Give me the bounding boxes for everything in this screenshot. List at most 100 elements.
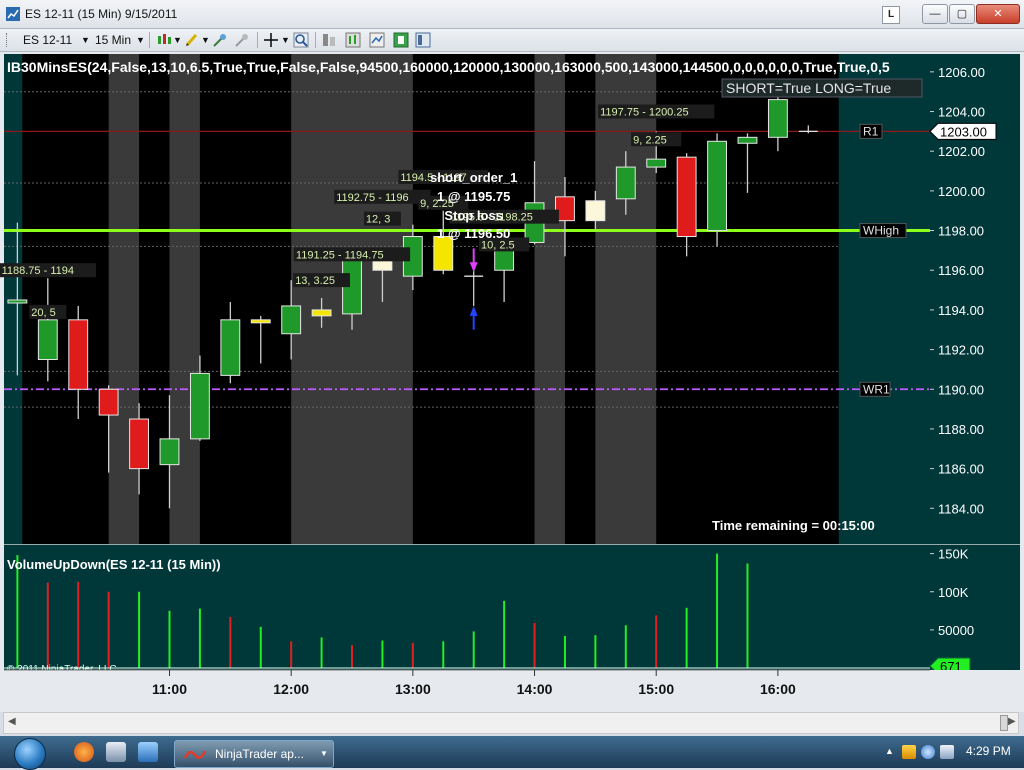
candle-body xyxy=(281,305,302,335)
candle-body xyxy=(737,136,758,144)
horizontal-scrollbar[interactable]: ◀ ▶ xyxy=(3,712,1019,734)
price-tick-label: 1194.00 xyxy=(938,303,984,318)
time-tick-label: 14:00 xyxy=(517,681,553,697)
chevron-down-icon[interactable]: ▼ xyxy=(136,35,145,45)
candle-body xyxy=(585,200,606,222)
pre-session-shade xyxy=(4,54,23,544)
volume-tick-label: 50000 xyxy=(938,623,974,638)
order-label: 1 @ 1195.75 xyxy=(437,189,510,204)
time-tick-label: 11:00 xyxy=(152,681,187,697)
candle-body xyxy=(37,319,58,361)
crosshair-icon[interactable] xyxy=(263,32,279,48)
chart-toolbar: ES 12-11 ▼ 15 Min ▼ ▼ ▼ ▼ xyxy=(0,29,1024,52)
bar-type-icon[interactable] xyxy=(156,32,172,48)
candle-body xyxy=(68,319,89,390)
range-annotation: 12, 3 xyxy=(366,214,390,226)
panels-icon[interactable] xyxy=(415,32,431,48)
templates-icon[interactable] xyxy=(369,32,385,48)
range-annotation: 13, 3.25 xyxy=(295,275,335,287)
taskbar-item-label: NinjaTrader ap... xyxy=(215,747,304,761)
maximize-button[interactable]: ▢ xyxy=(949,4,975,24)
chevron-down-icon[interactable]: ▼ xyxy=(201,35,210,45)
price-tick-label: 1204.00 xyxy=(938,105,985,120)
candle-body xyxy=(220,319,241,376)
post-session-shade xyxy=(838,54,930,544)
scrollbar-thumb[interactable] xyxy=(1000,715,1008,731)
price-tick-label: 1196.00 xyxy=(938,263,984,278)
volume-axis[interactable] xyxy=(930,544,1020,670)
window-title: ES 12-11 (15 Min) 9/15/2011 xyxy=(25,7,178,21)
strategies-icon[interactable] xyxy=(234,32,250,48)
taskbar-clock: 4:29 PM xyxy=(966,744,1011,758)
start-button[interactable] xyxy=(14,738,46,770)
chevron-down-icon[interactable]: ▼ xyxy=(173,35,182,45)
chevron-down-icon[interactable]: ▼ xyxy=(320,749,328,758)
maximize-icon: ▢ xyxy=(956,8,968,20)
window-titlebar: ES 12-11 (15 Min) 9/15/2011 xyxy=(0,0,1024,29)
candle-body xyxy=(676,156,697,238)
price-tick-label: 1192.00 xyxy=(938,343,984,358)
network-icon[interactable] xyxy=(921,745,935,759)
firefox-icon[interactable] xyxy=(74,742,94,762)
current-price-label: 1203.00 xyxy=(940,124,987,139)
toolbar-grip-icon[interactable] xyxy=(6,33,10,47)
candle-body xyxy=(311,309,332,317)
level-tag-wr1: WR1 xyxy=(863,382,890,396)
price-tick-label: 1186.00 xyxy=(938,462,984,477)
time-tick-label: 13:00 xyxy=(395,681,431,697)
volume-title: VolumeUpDown(ES 12-11 (15 Min)) xyxy=(7,557,221,572)
indicators-icon[interactable] xyxy=(212,32,228,48)
chevron-down-icon[interactable]: ▼ xyxy=(281,35,290,45)
price-tick-label: 1202.00 xyxy=(938,144,985,159)
minimize-button[interactable]: — xyxy=(922,4,948,24)
data-box-icon[interactable] xyxy=(321,32,337,48)
chevron-down-icon[interactable]: ▼ xyxy=(81,35,90,45)
explorer-icon[interactable] xyxy=(138,742,158,762)
taskbar-item-ninjatrader[interactable]: NinjaTrader ap... ▼ xyxy=(174,740,334,768)
scroll-left-icon[interactable]: ◀ xyxy=(8,716,16,727)
toolbar-separator xyxy=(257,32,258,48)
desktop-icon[interactable] xyxy=(106,742,126,762)
price-tick-label: 1184.00 xyxy=(938,501,984,516)
close-icon: ✕ xyxy=(993,8,1003,20)
level-tag-r1: R1 xyxy=(863,124,879,138)
range-annotation: 1188.75 - 1194 xyxy=(2,265,74,277)
chart-canvas[interactable]: R1 WHigh WR1 1188.75 - 1194 20, 5 13, 3.25 11… xyxy=(0,52,1024,712)
candle-body xyxy=(767,99,788,138)
tray-expand-icon[interactable]: ▲ xyxy=(885,746,894,756)
time-tick-label: 12:00 xyxy=(273,681,309,697)
range-annotation: 1197.75 - 1200.25 xyxy=(600,106,688,118)
security-shield-icon[interactable] xyxy=(902,745,916,759)
interval-selector[interactable]: 15 Min xyxy=(95,33,131,47)
range-annotation: 9, 2.25 xyxy=(633,134,667,146)
pencil-drawing-icon[interactable] xyxy=(184,32,200,48)
time-remaining: Time remaining = 00:15:00 xyxy=(712,518,875,533)
range-annotation: 10, 2.5 xyxy=(481,239,515,251)
zoom-icon[interactable] xyxy=(293,32,309,48)
signal-box-text: SHORT=True LONG=True xyxy=(726,80,891,96)
candle-body xyxy=(129,418,149,470)
range-band xyxy=(595,54,657,544)
price-panel[interactable] xyxy=(4,54,930,544)
candle-body xyxy=(250,319,271,324)
candle-body xyxy=(646,158,667,168)
instrument-selector[interactable]: ES 12-11 xyxy=(23,33,72,47)
toolbar-separator xyxy=(315,32,316,48)
chart-style-icon[interactable] xyxy=(345,32,361,48)
order-label: Stop loss xyxy=(444,208,503,223)
range-band xyxy=(534,54,565,544)
volume-tray-icon[interactable] xyxy=(940,745,954,759)
close-button[interactable]: ✕ xyxy=(976,4,1020,24)
range-annotation: 1191.25 - 1194.75 xyxy=(296,249,384,261)
candle-body xyxy=(707,140,727,232)
scroll-right-icon[interactable]: ▶ xyxy=(1008,716,1016,727)
minimize-icon: — xyxy=(929,8,941,20)
price-tick-label: 1200.00 xyxy=(938,184,985,199)
candle-body xyxy=(7,299,28,304)
range-annotation: 20, 5 xyxy=(31,307,55,319)
price-tick-label: 1190.00 xyxy=(938,382,984,397)
link-badge-button[interactable]: L xyxy=(882,6,900,24)
level-tag-whigh: WHigh xyxy=(863,224,899,238)
properties-icon[interactable] xyxy=(393,32,409,48)
order-label: short_order_1 xyxy=(430,170,517,185)
